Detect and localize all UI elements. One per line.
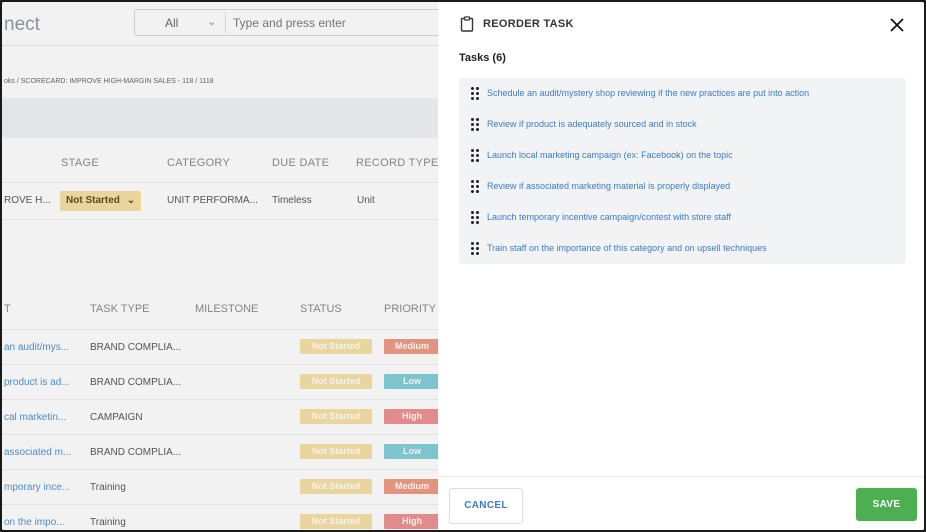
cancel-button[interactable]: CANCEL: [449, 488, 523, 524]
save-button[interactable]: SAVE: [856, 488, 917, 521]
modal-backdrop[interactable]: [2, 2, 438, 530]
task-label: Launch temporary incentive campaign/cont…: [487, 212, 731, 222]
task-label: Review if product is adequately sourced …: [487, 119, 697, 129]
task-label: Train staff on the importance of this ca…: [487, 243, 767, 253]
close-icon[interactable]: [886, 14, 908, 36]
clipboard-icon: [460, 16, 474, 32]
draggable-task-item[interactable]: Schedule an audit/mystery shop reviewing…: [459, 79, 906, 109]
draggable-task-item[interactable]: Launch temporary incentive campaign/cont…: [459, 203, 906, 233]
drag-handle-icon[interactable]: [471, 211, 479, 225]
panel-footer: CANCEL SAVE: [438, 476, 924, 530]
task-label: Schedule an audit/mystery shop reviewing…: [487, 88, 810, 98]
panel-title: REORDER TASK: [483, 18, 574, 30]
screen: nect All ⌄ Type and press enter oks / SC…: [0, 0, 926, 532]
tasks-count-heading: Tasks (6): [459, 52, 506, 64]
drag-handle-icon[interactable]: [471, 149, 479, 163]
draggable-task-item[interactable]: Review if product is adequately sourced …: [459, 110, 906, 140]
task-label: Review if associated marketing material …: [487, 181, 731, 191]
drag-handle-icon[interactable]: [471, 180, 479, 194]
panel-header: REORDER TASK: [438, 2, 924, 46]
task-label: Launch local marketing campaign (ex: Fac…: [487, 150, 733, 160]
draggable-task-item[interactable]: Launch local marketing campaign (ex: Fac…: [459, 141, 906, 171]
reorder-task-panel: REORDER TASK Tasks (6) Schedule an audit…: [438, 2, 924, 530]
drag-handle-icon[interactable]: [471, 242, 479, 256]
drag-handle-icon[interactable]: [471, 87, 479, 101]
drag-handle-icon[interactable]: [471, 118, 479, 132]
draggable-task-item[interactable]: Review if associated marketing material …: [459, 172, 906, 202]
draggable-task-item[interactable]: Train staff on the importance of this ca…: [459, 234, 906, 264]
sortable-task-list: Schedule an audit/mystery shop reviewing…: [459, 78, 906, 264]
